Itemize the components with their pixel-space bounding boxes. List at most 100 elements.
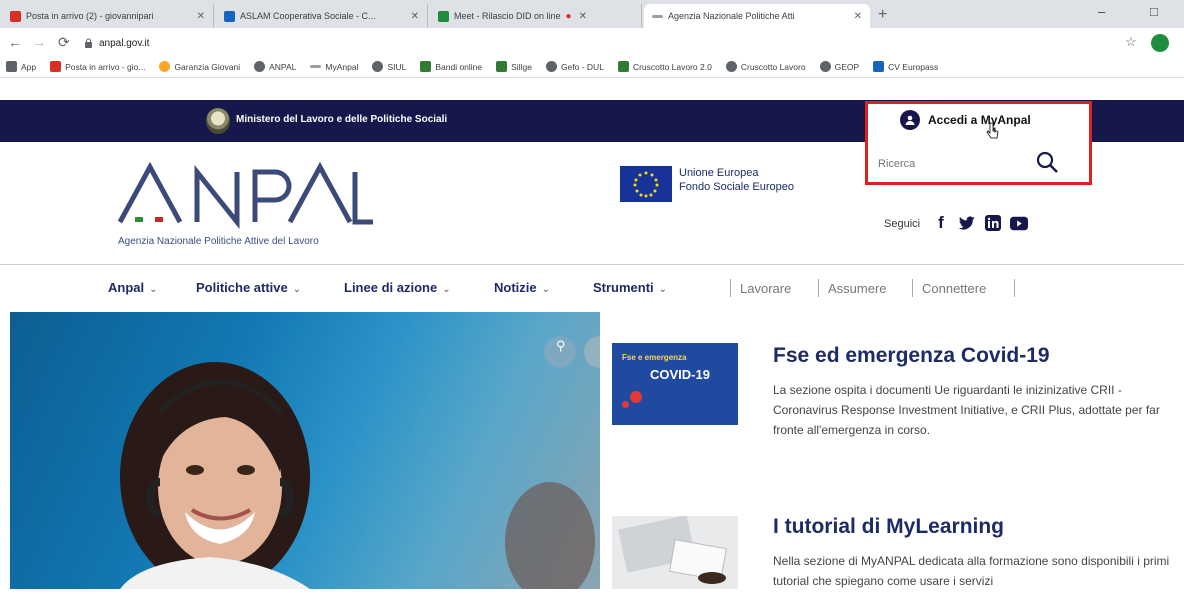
europass-icon [873,61,885,72]
bookmark-item[interactable]: GEOP [819,61,860,72]
bookmark-item[interactable]: ANPAL [254,61,296,72]
chevron-down-icon: ⌄ [541,284,551,295]
main-navigation [0,264,1184,310]
bookmarks-bar: App Posta in arrivo - gio... Garanzia Gi… [0,56,1184,78]
tutorial-news-thumbnail[interactable] [612,515,738,589]
green-square-icon [420,61,432,72]
reload-icon[interactable]: ⟳ [58,34,70,51]
bookmark-item[interactable]: Posta in arrivo - gio... [50,61,145,72]
browser-tab-anpal[interactable]: Agenzia Nazionale Politiche Atti ✕ [644,4,870,28]
news-title[interactable]: Fse ed emergenza Covid-19 [773,344,1050,368]
bookmark-label: App [21,61,37,72]
twitter-icon[interactable] [958,214,976,232]
news-summary: La sezione ospita i documenti Ue riguard… [773,383,1160,437]
forward-arrow-icon[interactable]: → [32,34,46,50]
nav-divider [730,279,731,297]
bookmark-item[interactable]: Cruscotto Lavoro [725,61,806,72]
virus-icon [622,401,629,408]
back-arrow-icon[interactable]: ← [8,34,22,50]
myanpal-icon [310,65,322,68]
eu-flag-icon [620,166,672,202]
bookmark-label: Bandi online [435,61,483,72]
garanzia-giovani-icon [159,61,171,72]
covid-news-thumbnail[interactable]: Fse e emergenza COVID-19 [612,343,738,425]
bookmark-item[interactable]: MyAnpal [310,62,358,72]
bookmark-label: Cruscotto Lavoro [740,61,806,72]
browser-tab-gmail[interactable]: Posta in arrivo (2) - giovannipari ✕ [2,4,214,28]
nav-divider [818,279,819,297]
close-tab-icon[interactable]: ✕ [411,11,419,22]
globe-icon [254,61,266,72]
minimize-window-button[interactable]: – [1098,4,1105,19]
eu-line-2: Fondo Sociale Europeo [679,181,794,193]
nav-connettere[interactable]: Connettere [922,281,986,296]
linkedin-icon[interactable] [984,214,1002,232]
anpal-logo[interactable] [115,161,375,237]
close-tab-icon[interactable]: ✕ [579,11,587,22]
logo-subtitle: Agenzia Nazionale Politiche Attive del L… [118,236,319,247]
new-tab-button[interactable]: + [878,6,887,24]
facebook-icon[interactable]: f [932,213,950,232]
bookmark-label: MyAnpal [325,61,359,72]
close-tab-icon[interactable]: ✕ [854,11,862,22]
nav-linee-di-azione[interactable]: Linee di azione ⌄ [344,280,451,295]
bookmark-item[interactable]: Bandi online [420,61,482,72]
bookmark-star-icon[interactable]: ☆ [1125,34,1137,50]
green-square-icon [617,61,629,72]
nav-lavorare[interactable]: Lavorare [740,281,791,296]
italian-republic-emblem-icon [206,108,230,134]
bookmark-label: Sillge [511,61,532,72]
nav-anpal[interactable]: Anpal ⌄ [108,280,158,295]
nav-divider [912,279,913,297]
close-tab-icon[interactable]: ✕ [197,11,205,22]
browser-tab-aslam[interactable]: ASLAM Cooperativa Sociale - C... ✕ [216,4,428,28]
eu-line-1: Unione Europea [679,167,759,179]
news-summary: Nella sezione di MyANPAL dedicata alla f… [773,554,1170,588]
address-bar[interactable]: anpal.gov.it [84,33,1054,53]
nav-strumenti[interactable]: Strumenti ⌄ [593,280,667,295]
bookmark-item[interactable]: App [6,61,36,72]
pin-icon[interactable]: ⚲ [556,338,566,354]
bookmark-item[interactable]: Gefo - DUL [545,61,604,72]
globe-icon [725,61,737,72]
hero-image[interactable] [10,312,600,589]
bookmark-label: CV Europass [888,61,939,72]
globe-icon [372,61,384,72]
meet-favicon-icon [438,10,449,22]
news-title[interactable]: I tutorial di MyLearning [773,515,1004,539]
bookmark-item[interactable]: Sillge [496,61,532,72]
profile-avatar[interactable] [1151,34,1169,52]
bookmark-item[interactable]: Garanzia Giovani [159,61,240,72]
highlight-annotation-box [865,101,1092,185]
nav-label: Linee di azione [344,280,438,295]
apps-grid-icon [6,61,17,72]
nav-politiche-attive[interactable]: Politiche attive ⌄ [196,280,301,295]
bookmark-item[interactable]: CV Europass [873,61,938,72]
tab-title: Posta in arrivo (2) - giovannipari [26,11,154,21]
url-text: anpal.gov.it [99,37,150,49]
gefo-icon [545,61,557,72]
browser-tab-meet[interactable]: Meet - Rilascio DID on line ● ✕ [430,4,642,28]
bookmark-label: GEOP [834,61,860,72]
gmail-favicon-icon [10,10,21,22]
bookmark-label: Gefo - DUL [560,61,604,72]
bookmark-item[interactable]: SIUL [372,61,406,72]
nav-assumere[interactable]: Assumere [828,281,887,296]
thumb-label-top: Fse e emergenza [622,353,687,362]
nav-divider [1014,279,1015,297]
eu-label: Unione Europea Fondo Sociale Europeo [679,166,794,194]
nav-label: Politiche attive [196,280,288,295]
recording-dot-icon: ● [565,10,572,22]
aslam-favicon-icon [224,10,235,22]
maximize-window-button[interactable]: □ [1150,4,1158,19]
nav-notizie[interactable]: Notizie ⌄ [494,280,550,295]
youtube-icon[interactable] [1010,214,1028,232]
bookmark-item[interactable]: Cruscotto Lavoro 2.0 [617,61,712,72]
anpal-favicon-icon [652,14,663,18]
tab-title: Meet - Rilascio DID on line [454,11,561,21]
tab-title: ASLAM Cooperativa Sociale - C... [240,11,376,21]
chevron-down-icon: ⌄ [149,284,158,295]
green-square-icon [496,61,508,72]
bookmark-label: Posta in arrivo - gio... [65,61,146,72]
thumb-label-covid: COVID-19 [650,367,710,382]
